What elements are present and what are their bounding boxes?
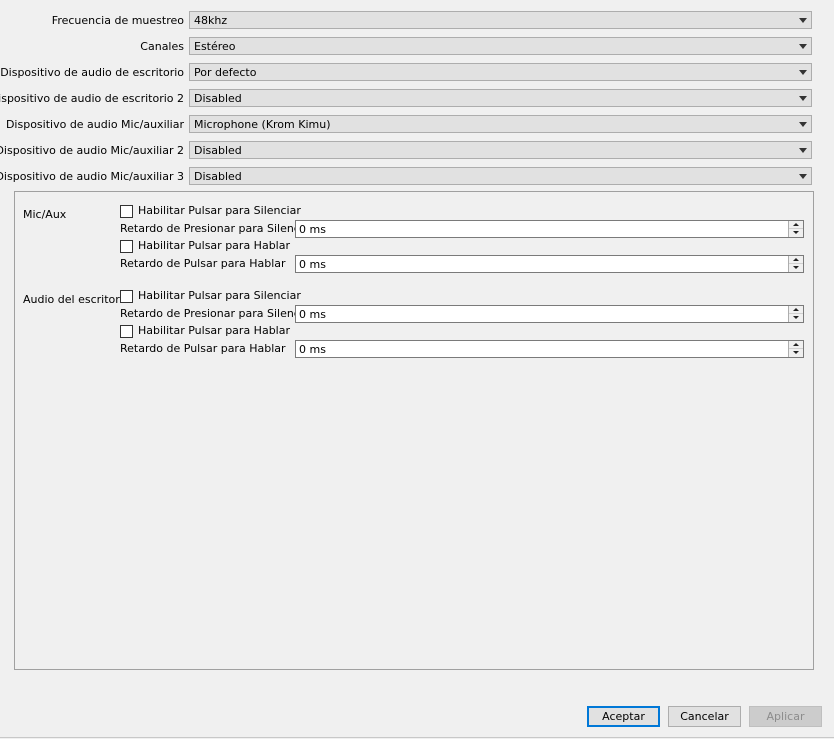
spin-buttons bbox=[788, 306, 803, 322]
desktop-push-to-talk-delay-input[interactable]: 0 ms bbox=[295, 340, 804, 358]
sample-rate-row: Frecuencia de muestreo 48khz bbox=[0, 11, 834, 31]
spin-down-icon[interactable] bbox=[789, 264, 803, 272]
chevron-down-icon bbox=[799, 122, 807, 127]
mic-aux-3-select[interactable]: Disabled bbox=[189, 167, 812, 185]
spin-up-icon[interactable] bbox=[789, 341, 803, 349]
sample-rate-value: 48khz bbox=[194, 14, 228, 27]
mic-aux-2-select[interactable]: Disabled bbox=[189, 141, 812, 159]
mic-push-to-talk-delay-input[interactable]: 0 ms bbox=[295, 255, 804, 273]
channels-select[interactable]: Estéreo bbox=[189, 37, 812, 55]
accept-button[interactable]: Aceptar bbox=[587, 706, 660, 727]
sample-rate-select[interactable]: 48khz bbox=[189, 11, 812, 29]
desktop-audio-row: Dispositivo de audio de escritorio Por d… bbox=[0, 63, 834, 83]
chevron-down-icon bbox=[799, 174, 807, 179]
mic-aux-2-row: Dispositivo de audio Mic/auxiliar 2 Disa… bbox=[0, 141, 834, 161]
bottom-divider bbox=[0, 737, 834, 738]
checkbox-box[interactable] bbox=[120, 240, 133, 253]
spin-value: 0 ms bbox=[299, 223, 326, 236]
checkbox-label: Habilitar Pulsar para Silenciar bbox=[138, 204, 301, 217]
spin-label: Retardo de Pulsar para Hablar bbox=[120, 257, 286, 270]
spin-down-icon[interactable] bbox=[789, 229, 803, 237]
checkbox-label: Habilitar Pulsar para Hablar bbox=[138, 324, 290, 337]
checkbox-box[interactable] bbox=[120, 290, 133, 303]
chevron-down-icon bbox=[799, 18, 807, 23]
desktop-audio-2-row: Dispositivo de audio de escritorio 2 Dis… bbox=[0, 89, 834, 109]
chevron-down-icon bbox=[799, 70, 807, 75]
spin-buttons bbox=[788, 341, 803, 357]
checkbox-label: Habilitar Pulsar para Silenciar bbox=[138, 289, 301, 302]
spin-label: Retardo de Pulsar para Hablar bbox=[120, 342, 286, 355]
sample-rate-label: Frecuencia de muestreo bbox=[51, 14, 184, 27]
spin-up-icon[interactable] bbox=[789, 221, 803, 229]
desktop-push-to-mute-delay-row: Retardo de Presionar para Silenciar 0 ms bbox=[120, 305, 804, 323]
chevron-down-icon bbox=[799, 148, 807, 153]
spin-value: 0 ms bbox=[299, 258, 326, 271]
mic-aux-label: Dispositivo de audio Mic/auxiliar bbox=[5, 118, 184, 131]
spin-down-icon[interactable] bbox=[789, 314, 803, 322]
spin-buttons bbox=[788, 221, 803, 237]
spin-up-icon[interactable] bbox=[789, 256, 803, 264]
spin-value: 0 ms bbox=[299, 308, 326, 321]
mic-push-to-talk-delay-row: Retardo de Pulsar para Hablar 0 ms bbox=[120, 255, 804, 273]
mic-aux-group-title: Mic/Aux bbox=[23, 208, 67, 221]
desktop-audio-2-select[interactable]: Disabled bbox=[189, 89, 812, 107]
cancel-button[interactable]: Cancelar bbox=[668, 706, 741, 727]
spin-label: Retardo de Presionar para Silenciar bbox=[120, 222, 315, 235]
checkbox-label: Habilitar Pulsar para Hablar bbox=[138, 239, 290, 252]
chevron-down-icon bbox=[799, 96, 807, 101]
spin-value: 0 ms bbox=[299, 343, 326, 356]
channels-row: Canales Estéreo bbox=[0, 37, 834, 57]
desktop-push-to-talk-delay-row: Retardo de Pulsar para Hablar 0 ms bbox=[120, 340, 804, 358]
spin-buttons bbox=[788, 256, 803, 272]
apply-button[interactable]: Aplicar bbox=[749, 706, 822, 727]
mic-push-to-mute-delay-row: Retardo de Presionar para Silenciar 0 ms bbox=[120, 220, 804, 238]
desktop-audio-2-label: Dispositivo de audio de escritorio 2 bbox=[0, 92, 184, 105]
spin-up-icon[interactable] bbox=[789, 306, 803, 314]
desktop-audio-select[interactable]: Por defecto bbox=[189, 63, 812, 81]
channels-value: Estéreo bbox=[194, 40, 236, 53]
mic-aux-value: Microphone (Krom Kimu) bbox=[194, 118, 331, 131]
checkbox-box[interactable] bbox=[120, 205, 133, 218]
chevron-down-icon bbox=[799, 44, 807, 49]
mic-aux-2-value: Disabled bbox=[194, 144, 242, 157]
mic-aux-2-label: Dispositivo de audio Mic/auxiliar 2 bbox=[0, 144, 184, 157]
desktop-audio-label: Dispositivo de audio de escritorio bbox=[0, 66, 184, 79]
channels-label: Canales bbox=[140, 40, 184, 53]
checkbox-box[interactable] bbox=[120, 325, 133, 338]
desktop-audio-value: Por defecto bbox=[194, 66, 257, 79]
desktop-audio-2-value: Disabled bbox=[194, 92, 242, 105]
mic-push-to-mute-delay-input[interactable]: 0 ms bbox=[295, 220, 804, 238]
desktop-audio-group-title: Audio del escritorio bbox=[23, 293, 130, 306]
mic-aux-row: Dispositivo de audio Mic/auxiliar Microp… bbox=[0, 115, 834, 135]
desktop-push-to-mute-delay-input[interactable]: 0 ms bbox=[295, 305, 804, 323]
mic-aux-3-value: Disabled bbox=[194, 170, 242, 183]
spin-label: Retardo de Presionar para Silenciar bbox=[120, 307, 315, 320]
mic-aux-3-label: Dispositivo de audio Mic/auxiliar 3 bbox=[0, 170, 184, 183]
audio-settings-panel: Frecuencia de muestreo 48khz Canales Est… bbox=[0, 0, 834, 739]
spin-down-icon[interactable] bbox=[789, 349, 803, 357]
mic-aux-3-row: Dispositivo de audio Mic/auxiliar 3 Disa… bbox=[0, 167, 834, 187]
mic-aux-select[interactable]: Microphone (Krom Kimu) bbox=[189, 115, 812, 133]
